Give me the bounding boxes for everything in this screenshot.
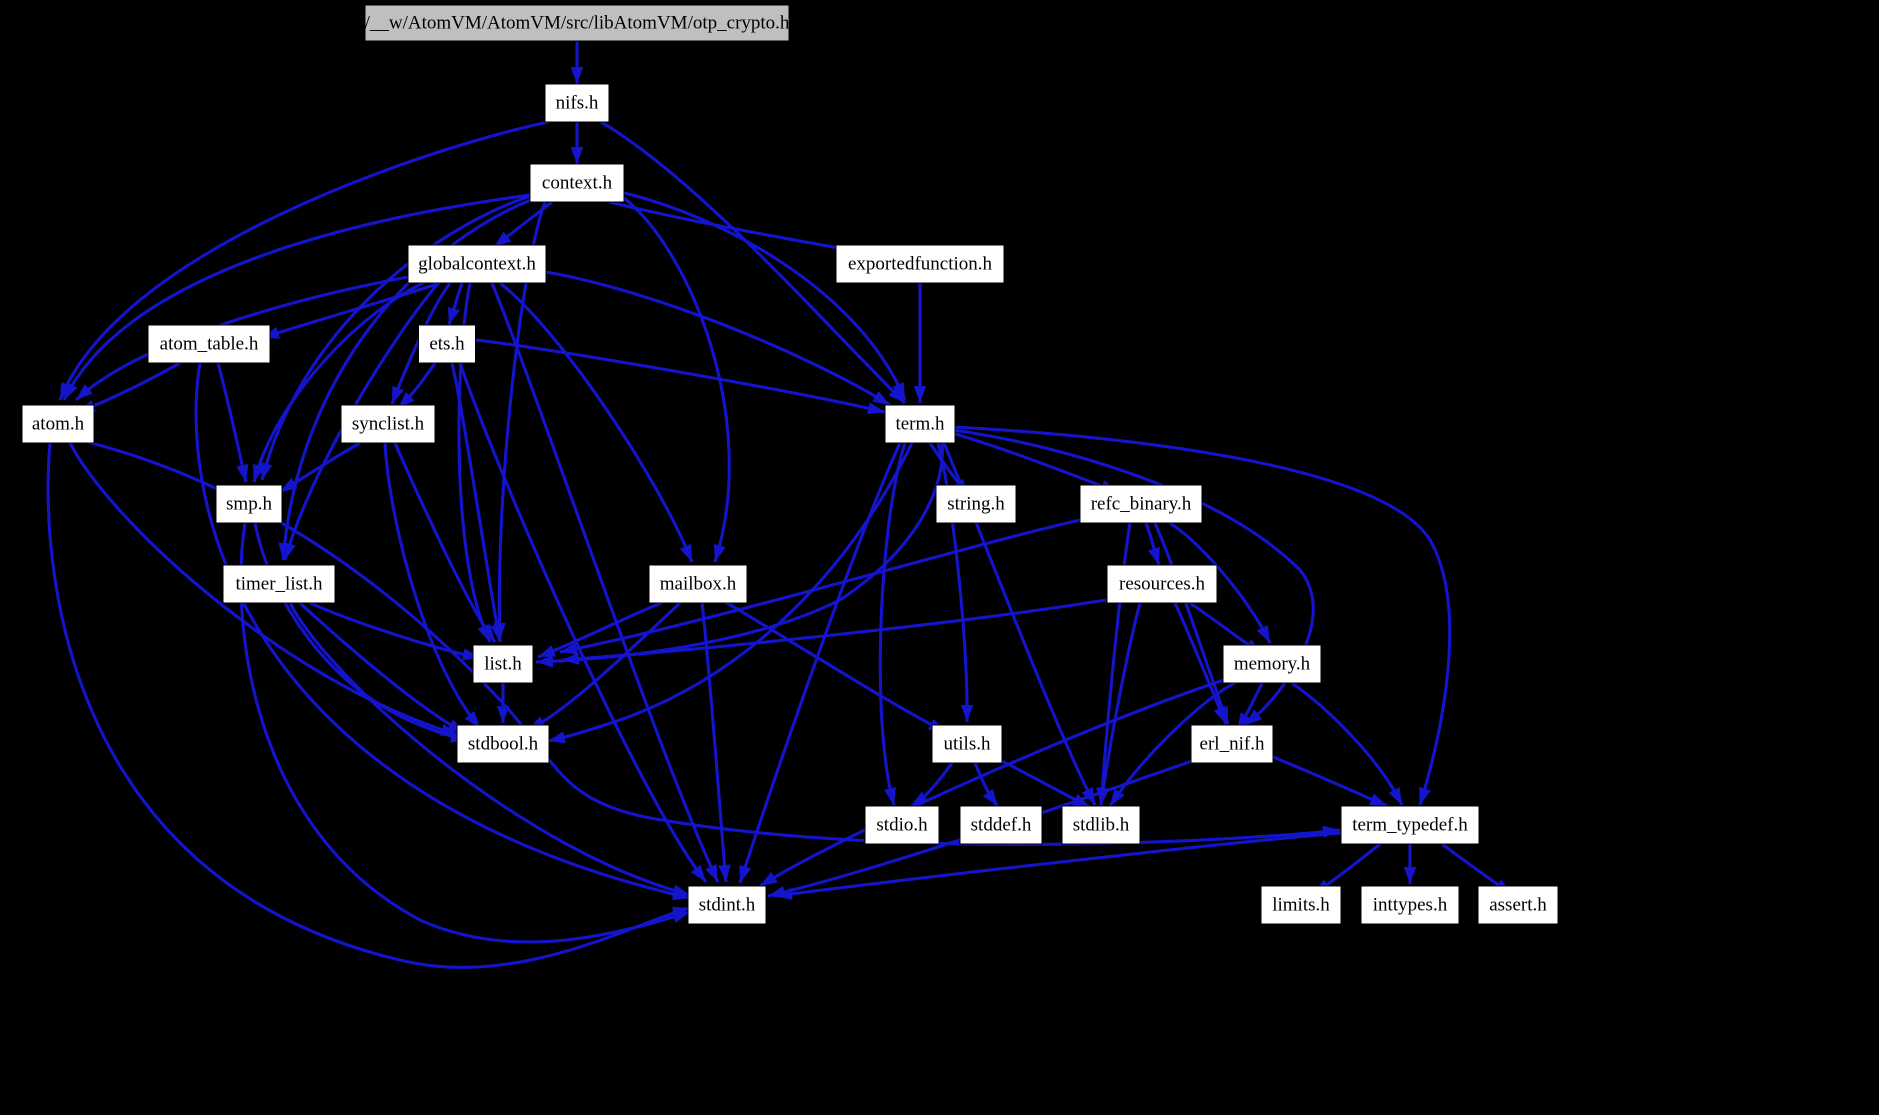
- arrowhead: [713, 543, 726, 562]
- node-label: atom.h: [32, 413, 85, 434]
- arrowhead: [570, 147, 584, 164]
- node-label: refc_binary.h: [1091, 493, 1192, 514]
- edge-context-to-term: [619, 190, 907, 401]
- node-memory[interactable]: memory.h: [1222, 644, 1322, 684]
- arrowhead: [718, 864, 731, 882]
- node-label: term.h: [895, 413, 945, 434]
- node-erl_nif[interactable]: erl_nif.h: [1190, 724, 1274, 764]
- nodes-layer: /__w/AtomVM/AtomVM/src/libAtomVM/otp_cry…: [21, 4, 1559, 925]
- node-label: stdio.h: [876, 814, 928, 835]
- arrowhead: [562, 652, 580, 665]
- arrowhead: [1388, 787, 1402, 805]
- edge-memory-to-stdint: [759, 676, 1231, 888]
- arrowhead: [679, 543, 692, 562]
- arrowhead: [913, 386, 927, 403]
- graph-canvas: /__w/AtomVM/AtomVM/src/libAtomVM/otp_cry…: [21, 4, 1559, 969]
- edge-synclist-to-smp: [279, 441, 361, 494]
- node-label: limits.h: [1272, 894, 1330, 915]
- node-stdint[interactable]: stdint.h: [687, 885, 767, 925]
- node-otp_crypto[interactable]: /__w/AtomVM/AtomVM/src/libAtomVM/otp_cry…: [364, 4, 790, 42]
- node-label: erl_nif.h: [1200, 733, 1265, 754]
- node-label: stdlib.h: [1073, 814, 1130, 835]
- node-label: string.h: [947, 493, 1005, 514]
- edge-utils-to-stdlib: [999, 758, 1091, 809]
- node-atom_table[interactable]: atom_table.h: [147, 324, 271, 364]
- edge-globalcontext-to-term: [545, 270, 891, 407]
- node-label: exportedfunction.h: [848, 253, 993, 274]
- node-assert[interactable]: assert.h: [1477, 885, 1559, 925]
- edge-nifs-to-context: [570, 122, 584, 164]
- node-label: inttypes.h: [1373, 894, 1448, 915]
- node-label: stdint.h: [699, 894, 756, 915]
- node-list[interactable]: list.h: [472, 644, 534, 684]
- edge-term_typedef-to-inttypes: [1403, 844, 1417, 884]
- node-label: stdbool.h: [468, 733, 539, 754]
- arrowhead: [1148, 546, 1160, 565]
- node-resources[interactable]: resources.h: [1106, 564, 1218, 604]
- edge-otp_crypto-to-nifs: [570, 41, 584, 84]
- node-stdio[interactable]: stdio.h: [864, 805, 940, 845]
- node-term_typedef[interactable]: term_typedef.h: [1340, 805, 1480, 845]
- node-label: assert.h: [1489, 894, 1547, 915]
- edge-mailbox-to-stdbool: [527, 601, 682, 732]
- edge-atom_table-to-stdint: [194, 362, 691, 901]
- node-label: ets.h: [429, 333, 465, 354]
- node-ets[interactable]: ets.h: [418, 324, 476, 364]
- node-limits[interactable]: limits.h: [1260, 885, 1342, 925]
- node-smp[interactable]: smp.h: [215, 484, 283, 524]
- node-label: mailbox.h: [660, 573, 737, 594]
- edge-atom_table-to-smp: [216, 362, 249, 483]
- node-mailbox[interactable]: mailbox.h: [648, 564, 748, 604]
- arrowhead: [1418, 786, 1431, 805]
- node-nifs[interactable]: nifs.h: [544, 83, 610, 123]
- node-label: context.h: [542, 172, 613, 193]
- node-term[interactable]: term.h: [884, 404, 956, 444]
- edge-erl_nif-to-term_typedef: [1272, 755, 1388, 808]
- arrowhead: [1322, 825, 1340, 838]
- arrowhead: [570, 67, 584, 84]
- node-string[interactable]: string.h: [935, 484, 1017, 524]
- node-label: memory.h: [1234, 653, 1311, 674]
- arrowhead: [447, 306, 460, 325]
- node-globalcontext[interactable]: globalcontext.h: [407, 244, 547, 284]
- node-label: nifs.h: [556, 92, 599, 113]
- node-exportedfunction[interactable]: exportedfunction.h: [835, 244, 1005, 284]
- node-inttypes[interactable]: inttypes.h: [1360, 885, 1460, 925]
- node-timer_list[interactable]: timer_list.h: [222, 564, 336, 604]
- arrowhead: [1256, 625, 1270, 643]
- node-refc_binary[interactable]: refc_binary.h: [1079, 484, 1203, 524]
- include-dependency-graph: /__w/AtomVM/AtomVM/src/libAtomVM/otp_cry…: [0, 0, 1879, 1115]
- node-label: stddef.h: [971, 814, 1032, 835]
- node-label: term_typedef.h: [1352, 814, 1468, 835]
- edge-globalcontext-to-smp: [252, 278, 431, 483]
- edge-refc_binary-to-resources: [1144, 522, 1161, 566]
- node-context[interactable]: context.h: [529, 163, 625, 203]
- node-label: resources.h: [1119, 573, 1205, 594]
- node-synclist[interactable]: synclist.h: [340, 404, 436, 444]
- edge-mailbox-to-utils: [721, 598, 947, 734]
- edge-globalcontext-to-mailbox: [499, 281, 694, 563]
- edge-exportedfunction-to-term: [913, 283, 927, 403]
- node-stdbool[interactable]: stdbool.h: [456, 724, 550, 764]
- node-label: utils.h: [944, 733, 991, 754]
- edge-utils-to-stdio: [910, 762, 954, 808]
- node-stddef[interactable]: stddef.h: [959, 805, 1043, 845]
- arrowhead: [883, 787, 896, 805]
- arrowhead: [960, 704, 974, 722]
- node-stdlib[interactable]: stdlib.h: [1061, 805, 1141, 845]
- arrowhead: [739, 864, 752, 883]
- arrowhead: [1403, 867, 1417, 884]
- node-label: atom_table.h: [160, 333, 259, 354]
- node-label: list.h: [484, 653, 522, 674]
- edge-context-to-mailbox: [623, 196, 731, 563]
- node-label: smp.h: [226, 493, 272, 514]
- node-label: timer_list.h: [235, 573, 323, 594]
- node-label: /__w/AtomVM/AtomVM/src/libAtomVM/otp_cry…: [365, 12, 790, 33]
- node-label: synclist.h: [352, 413, 425, 434]
- node-utils[interactable]: utils.h: [931, 724, 1003, 764]
- node-atom[interactable]: atom.h: [21, 404, 95, 444]
- node-label: globalcontext.h: [418, 253, 536, 274]
